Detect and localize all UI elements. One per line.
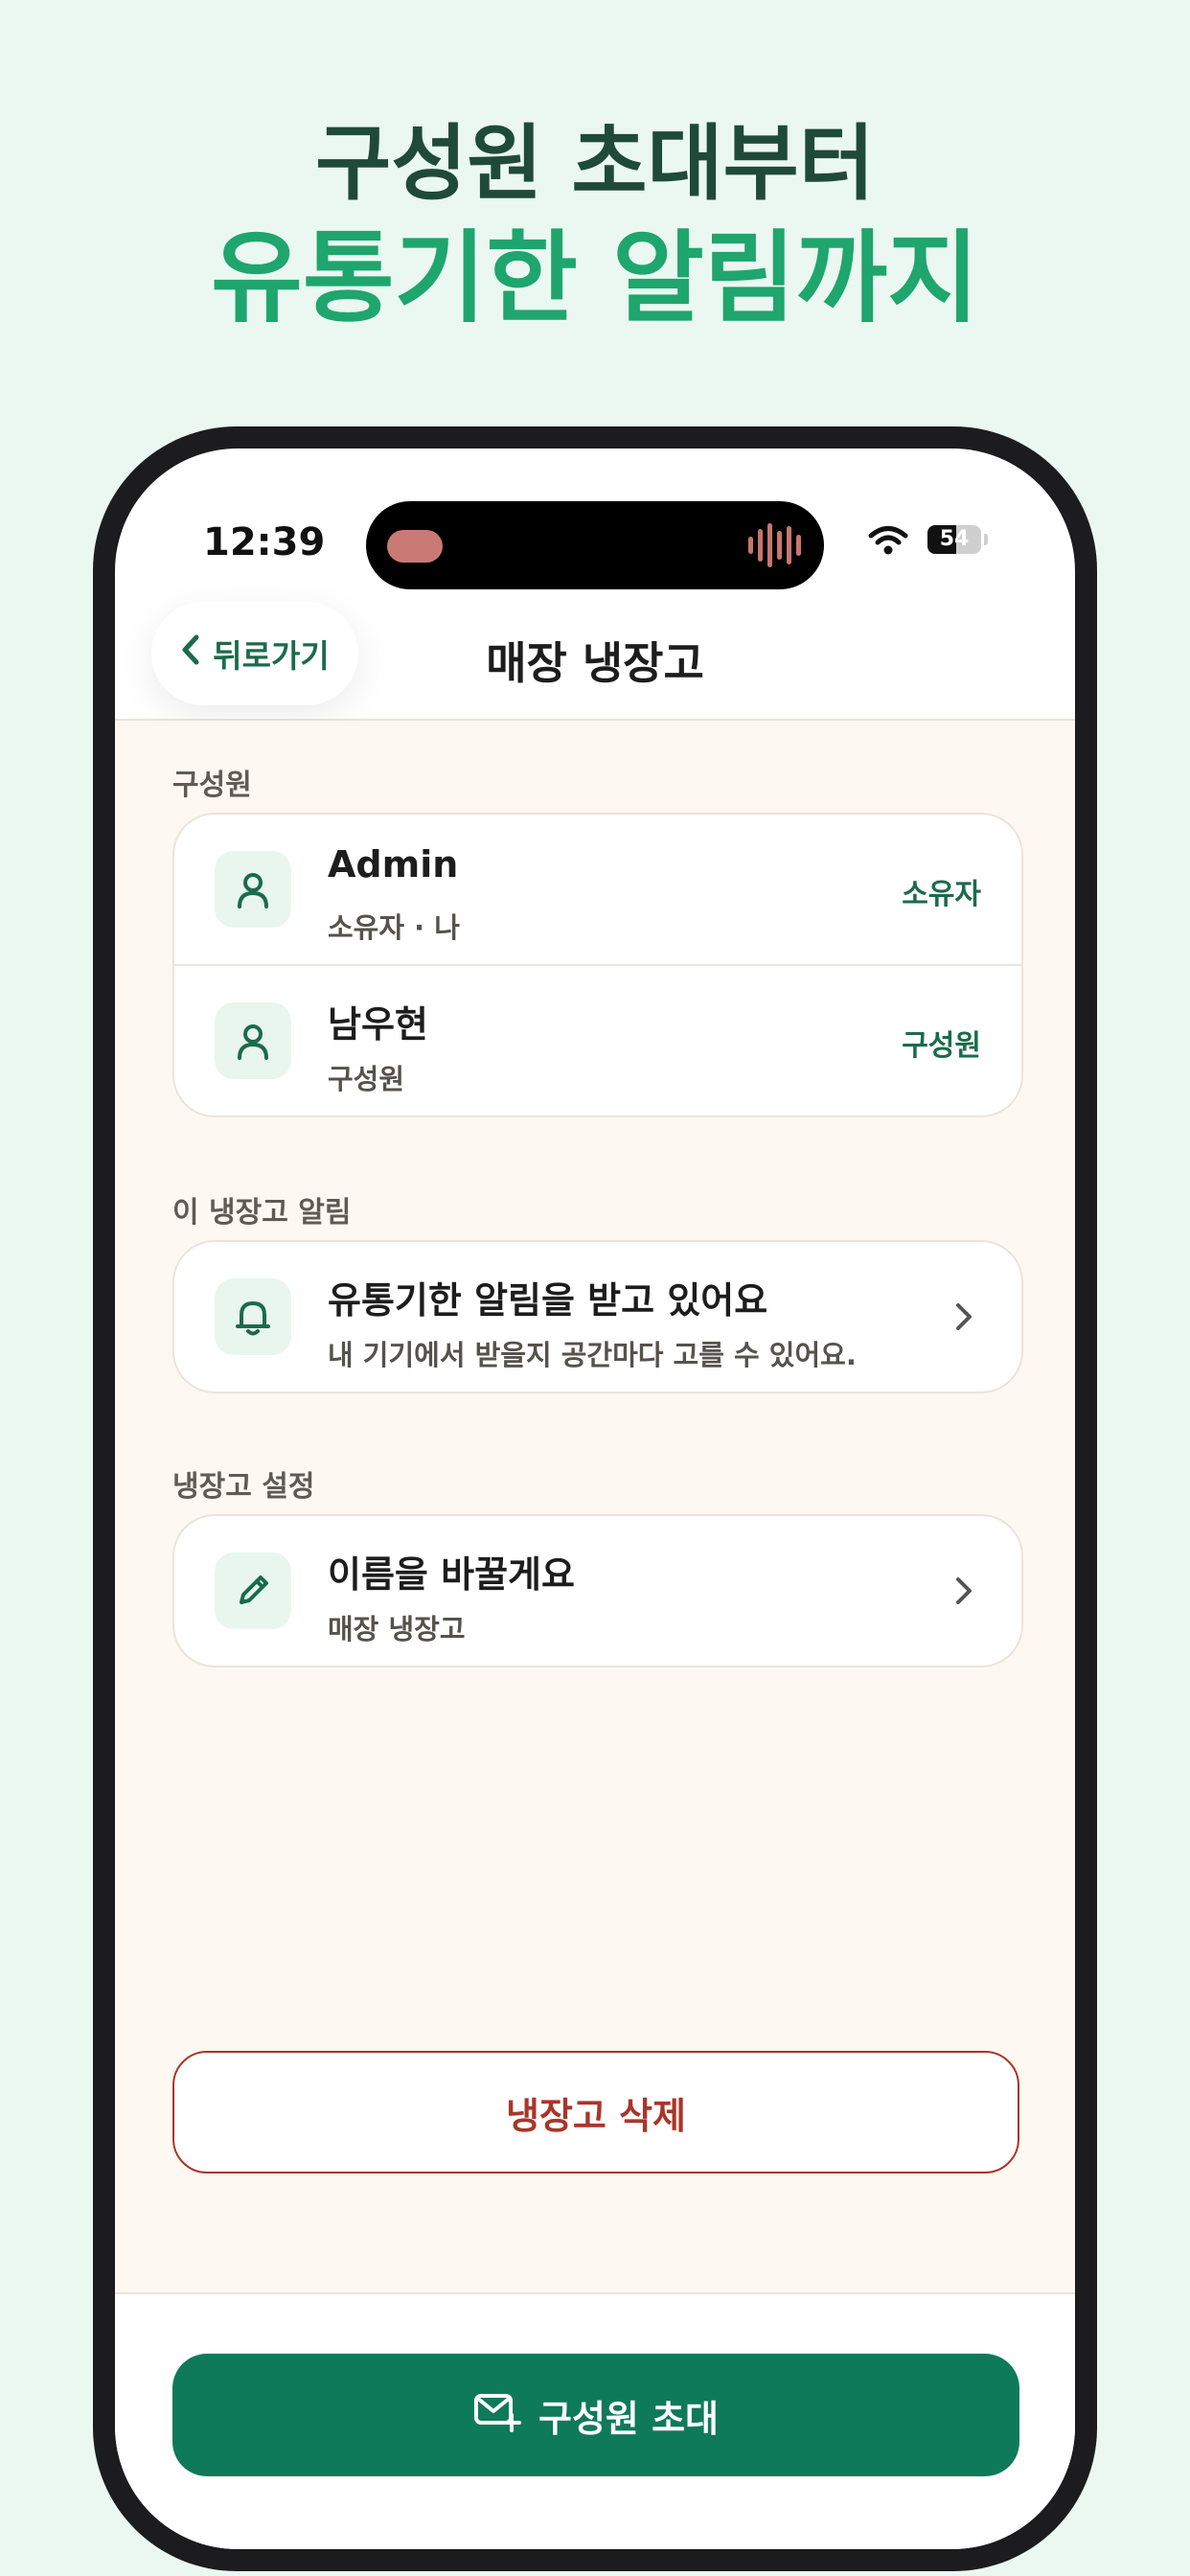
status-time: 12:39 xyxy=(203,520,326,564)
battery-indicator: 54 xyxy=(927,525,981,554)
phone-screen: 12:39 54 뒤로가기 매장 냉장고 구성원 Admin 소유자 · 나 소… xyxy=(115,448,1075,2549)
member-role-badge: 구성원 xyxy=(902,1029,981,1063)
wifi-icon xyxy=(868,525,908,560)
members-section-label: 구성원 xyxy=(172,769,252,802)
phone-frame: 12:39 54 뒤로가기 매장 냉장고 구성원 Admin 소유자 · 나 소… xyxy=(93,426,1097,2571)
alerts-section-label: 이 냉장고 알림 xyxy=(172,1196,352,1230)
member-description: 소유자 · 나 xyxy=(328,911,460,944)
chevron-right-icon xyxy=(952,1300,975,1338)
current-fridge-name: 매장 냉장고 xyxy=(328,1613,466,1645)
member-row[interactable]: 남우현 구성원 구성원 xyxy=(174,964,1021,1116)
dynamic-island xyxy=(366,501,824,589)
expiry-alert-row[interactable]: 유통기한 알림을 받고 있어요 내 기기에서 받을지 공간마다 고를 수 있어요… xyxy=(174,1242,1021,1392)
alert-title: 유통기한 알림을 받고 있어요 xyxy=(328,1279,768,1322)
settings-section-label: 냉장고 설정 xyxy=(172,1470,315,1504)
rename-row[interactable]: 이름을 바꿀게요 매장 냉장고 xyxy=(174,1516,1021,1666)
pencil-icon xyxy=(215,1552,291,1629)
page-title: 매장 냉장고 xyxy=(486,637,704,689)
mail-plus-icon xyxy=(473,2390,521,2441)
bottom-action-bar: 구성원 초대 xyxy=(115,2292,1075,2549)
battery-tip xyxy=(984,534,988,545)
promo-headline-line2: 유통기한 알림까지 xyxy=(211,219,979,336)
chevron-right-icon xyxy=(952,1574,975,1612)
member-row[interactable]: Admin 소유자 · 나 소유자 xyxy=(174,815,1021,964)
rename-title: 이름을 바꿀게요 xyxy=(328,1553,575,1596)
navigation-bar: 뒤로가기 매장 냉장고 xyxy=(115,602,1075,721)
invite-member-button[interactable]: 구성원 초대 xyxy=(172,2354,1019,2476)
alert-description: 내 기기에서 받을지 공간마다 고를 수 있어요. xyxy=(328,1339,857,1371)
battery-percentage: 54 xyxy=(939,527,970,551)
bell-icon xyxy=(215,1278,291,1355)
live-activity-thumbnail xyxy=(387,530,443,563)
member-role-badge: 소유자 xyxy=(902,878,981,911)
member-name: Admin xyxy=(328,843,459,886)
delete-fridge-button[interactable]: 냉장고 삭제 xyxy=(172,2051,1019,2174)
audio-wave-icon xyxy=(748,522,801,568)
settings-card[interactable]: 이름을 바꿀게요 매장 냉장고 xyxy=(172,1514,1023,1668)
alerts-card[interactable]: 유통기한 알림을 받고 있어요 내 기기에서 받을지 공간마다 고를 수 있어요… xyxy=(172,1240,1023,1393)
person-icon xyxy=(215,1002,291,1079)
member-name: 남우현 xyxy=(328,1003,428,1046)
person-icon xyxy=(215,851,291,928)
invite-button-label: 구성원 초대 xyxy=(538,2397,720,2440)
members-card: Admin 소유자 · 나 소유자 남우현 구성원 구성원 xyxy=(172,813,1023,1117)
member-description: 구성원 xyxy=(328,1063,405,1095)
